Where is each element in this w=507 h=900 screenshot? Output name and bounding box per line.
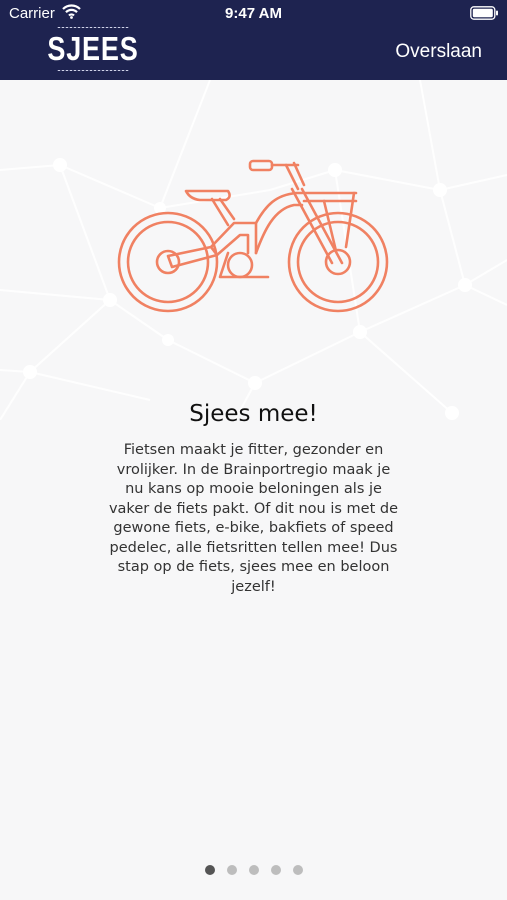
sjees-logo: SJEES xyxy=(47,27,138,71)
description-line: Fietsen maakt je fitter, gezonder en xyxy=(123,442,384,458)
page-dot-2[interactable] xyxy=(226,865,237,875)
page-dot-4[interactable] xyxy=(270,865,281,875)
description-line: vrolijker. In de Brainportregio maak je xyxy=(116,461,391,478)
skip-button[interactable]: Overslaan xyxy=(395,41,482,63)
battery-icon xyxy=(470,6,498,20)
app-header: Carrier 9:47 AM SJEES Overslaan xyxy=(0,0,507,80)
page-dot-1[interactable] xyxy=(204,865,215,875)
description-line: nu kans op mooie beloningen als je xyxy=(125,481,382,497)
description-line: stap op de fiets, sjees mee en beloon xyxy=(117,559,390,575)
page-dot-3[interactable] xyxy=(248,865,259,875)
description-line: gewone fiets, e-bike, bakfiets of speed xyxy=(113,520,394,536)
status-time: 9:47 AM xyxy=(225,5,282,22)
description-line: pedelec, alle fietsritten tellen mee! Du… xyxy=(109,539,398,556)
description-line: jezelf! xyxy=(231,578,276,595)
onboarding-title: Sjees mee! xyxy=(189,401,318,427)
page-dot-5[interactable] xyxy=(292,865,303,875)
bicycle-icon xyxy=(117,159,389,313)
description-line: vaker de fiets pakt. Of dit nou is met d… xyxy=(108,500,399,517)
onboarding-description: Fietsen maakt je fitter, gezonder en vro… xyxy=(95,441,412,597)
page-indicator[interactable] xyxy=(0,865,507,875)
status-bar: Carrier 9:47 AM xyxy=(0,0,507,28)
